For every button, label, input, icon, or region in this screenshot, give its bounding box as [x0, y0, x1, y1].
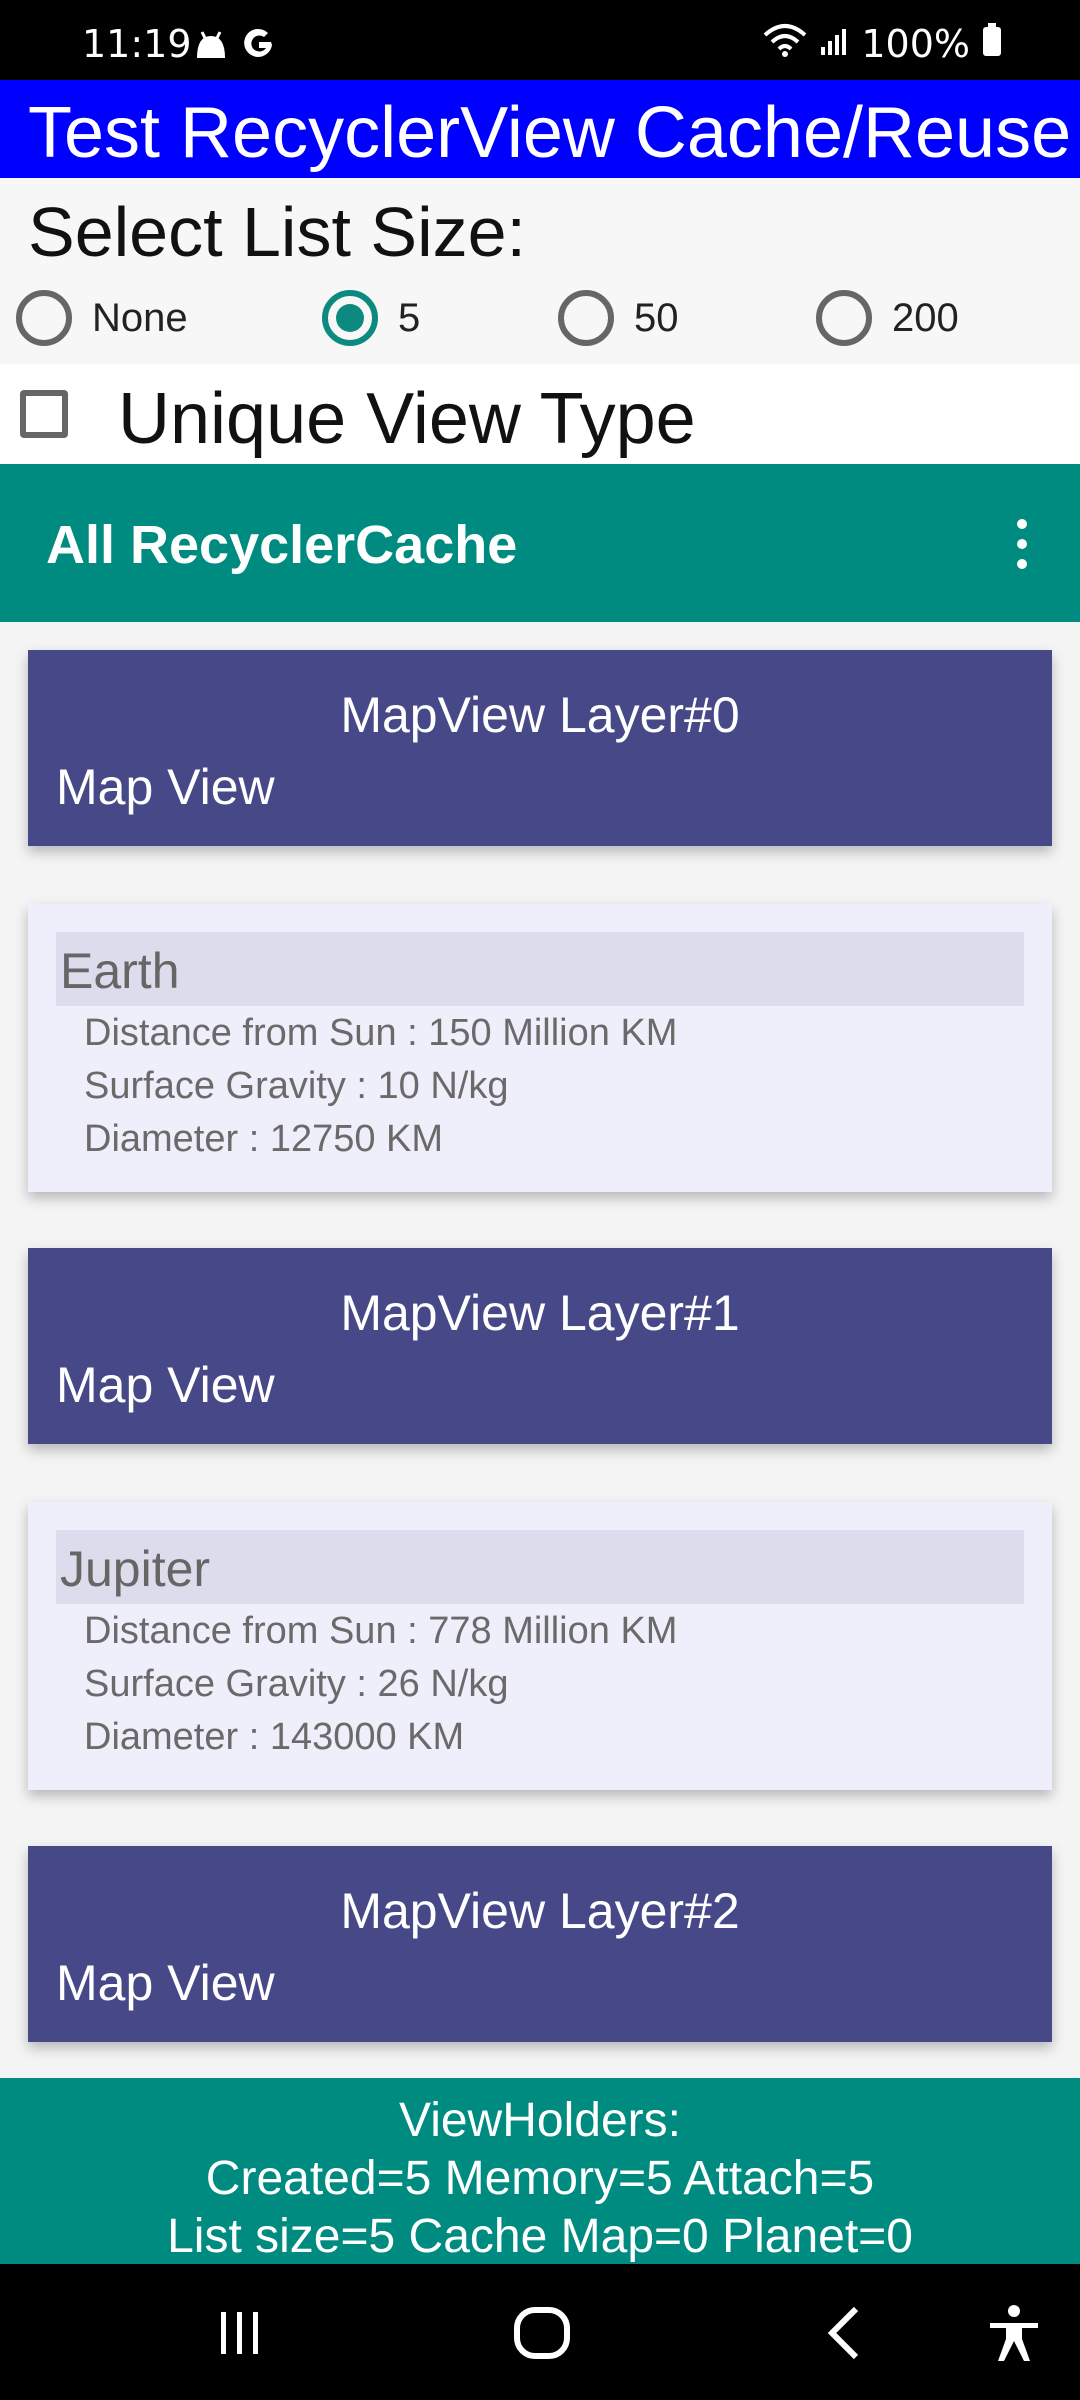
planet-name: Jupiter — [60, 1541, 211, 1597]
unique-view-type-checkbox[interactable] — [20, 390, 68, 438]
radio-200[interactable]: 200 — [816, 290, 959, 346]
android-icon — [194, 30, 228, 64]
planet-distance: Distance from Sun : 150 Million KM — [84, 1012, 678, 1054]
radio-button-unchecked[interactable] — [816, 290, 872, 346]
radio-label: 50 — [634, 295, 679, 340]
list-size-label: Select List Size: — [28, 193, 526, 271]
footer-counts: Created=5 Memory=5 Attach=5 — [205, 2152, 875, 2205]
back-icon[interactable] — [804, 2298, 884, 2368]
map-view-card[interactable]: MapView Layer#2 Map View — [28, 1846, 1052, 2042]
radio-label: None — [92, 295, 188, 340]
radio-label: 200 — [892, 295, 959, 340]
battery-icon — [982, 22, 1002, 66]
list-size-radio-group: None 5 50 200 — [0, 290, 1080, 360]
radio-50[interactable]: 50 — [558, 290, 679, 346]
map-view-label: Map View — [56, 1955, 275, 2011]
recycler-list[interactable]: MapView Layer#0 Map View Earth Distance … — [0, 622, 1080, 2078]
planet-name: Earth — [60, 943, 180, 999]
recent-apps-icon[interactable] — [200, 2298, 280, 2368]
planet-name-bar: Earth — [56, 932, 1024, 1006]
planet-diameter: Diameter : 12750 KM — [84, 1118, 444, 1160]
overflow-menu-icon[interactable] — [1012, 516, 1032, 572]
radio-button-unchecked[interactable] — [16, 290, 72, 346]
unique-view-type-row[interactable]: Unique View Type — [0, 364, 1080, 464]
map-view-card[interactable]: MapView Layer#1 Map View — [28, 1248, 1052, 1444]
app-title: Test RecyclerView Cache/Reuse — [28, 93, 1072, 173]
map-layer-label: MapView Layer#2 — [340, 1883, 740, 1939]
map-view-card[interactable]: MapView Layer#0 Map View — [28, 650, 1052, 846]
toolbar-title: All RecyclerCache — [46, 515, 518, 575]
unique-view-type-label: Unique View Type — [118, 379, 696, 459]
battery-text: 100% — [861, 22, 970, 66]
viewholder-stats-footer: ViewHolders: Created=5 Memory=5 Attach=5… — [0, 2078, 1080, 2264]
map-layer-label: MapView Layer#1 — [340, 1285, 740, 1341]
footer-heading: ViewHolders: — [399, 2094, 681, 2147]
system-nav-bar — [0, 2264, 1080, 2400]
planet-distance: Distance from Sun : 778 Million KM — [84, 1610, 678, 1652]
accessibility-icon[interactable] — [974, 2298, 1054, 2368]
app-title-bar: Test RecyclerView Cache/Reuse — [0, 80, 1080, 178]
status-bar: 11:19 100% — [0, 0, 1080, 80]
radio-5[interactable]: 5 — [322, 290, 420, 346]
radio-button-checked[interactable] — [322, 290, 378, 346]
map-view-label: Map View — [56, 1357, 275, 1413]
footer-cache-stats: List size=5 Cache Map=0 Planet=0 — [167, 2210, 913, 2263]
radio-none[interactable]: None — [16, 290, 188, 346]
status-right-icons: 100% — [763, 22, 1002, 66]
planet-card[interactable]: Jupiter Distance from Sun : 778 Million … — [28, 1502, 1052, 1790]
signal-icon — [819, 22, 849, 66]
toolbar: All RecyclerCache — [0, 464, 1080, 622]
map-view-label: Map View — [56, 759, 275, 815]
wifi-icon — [763, 22, 807, 66]
radio-button-unchecked[interactable] — [558, 290, 614, 346]
planet-diameter: Diameter : 143000 KM — [84, 1716, 465, 1758]
planet-name-bar: Jupiter — [56, 1530, 1024, 1604]
list-size-panel: Select List Size: None 5 50 200 — [0, 178, 1080, 364]
google-icon — [242, 28, 276, 66]
planet-gravity: Surface Gravity : 10 N/kg — [84, 1065, 509, 1107]
status-time: 11:19 — [82, 22, 192, 66]
home-icon[interactable] — [502, 2298, 582, 2368]
map-layer-label: MapView Layer#0 — [340, 687, 740, 743]
planet-gravity: Surface Gravity : 26 N/kg — [84, 1663, 509, 1705]
status-notification-icons — [194, 28, 276, 66]
radio-label: 5 — [398, 295, 421, 340]
planet-card[interactable]: Earth Distance from Sun : 150 Million KM… — [28, 904, 1052, 1192]
